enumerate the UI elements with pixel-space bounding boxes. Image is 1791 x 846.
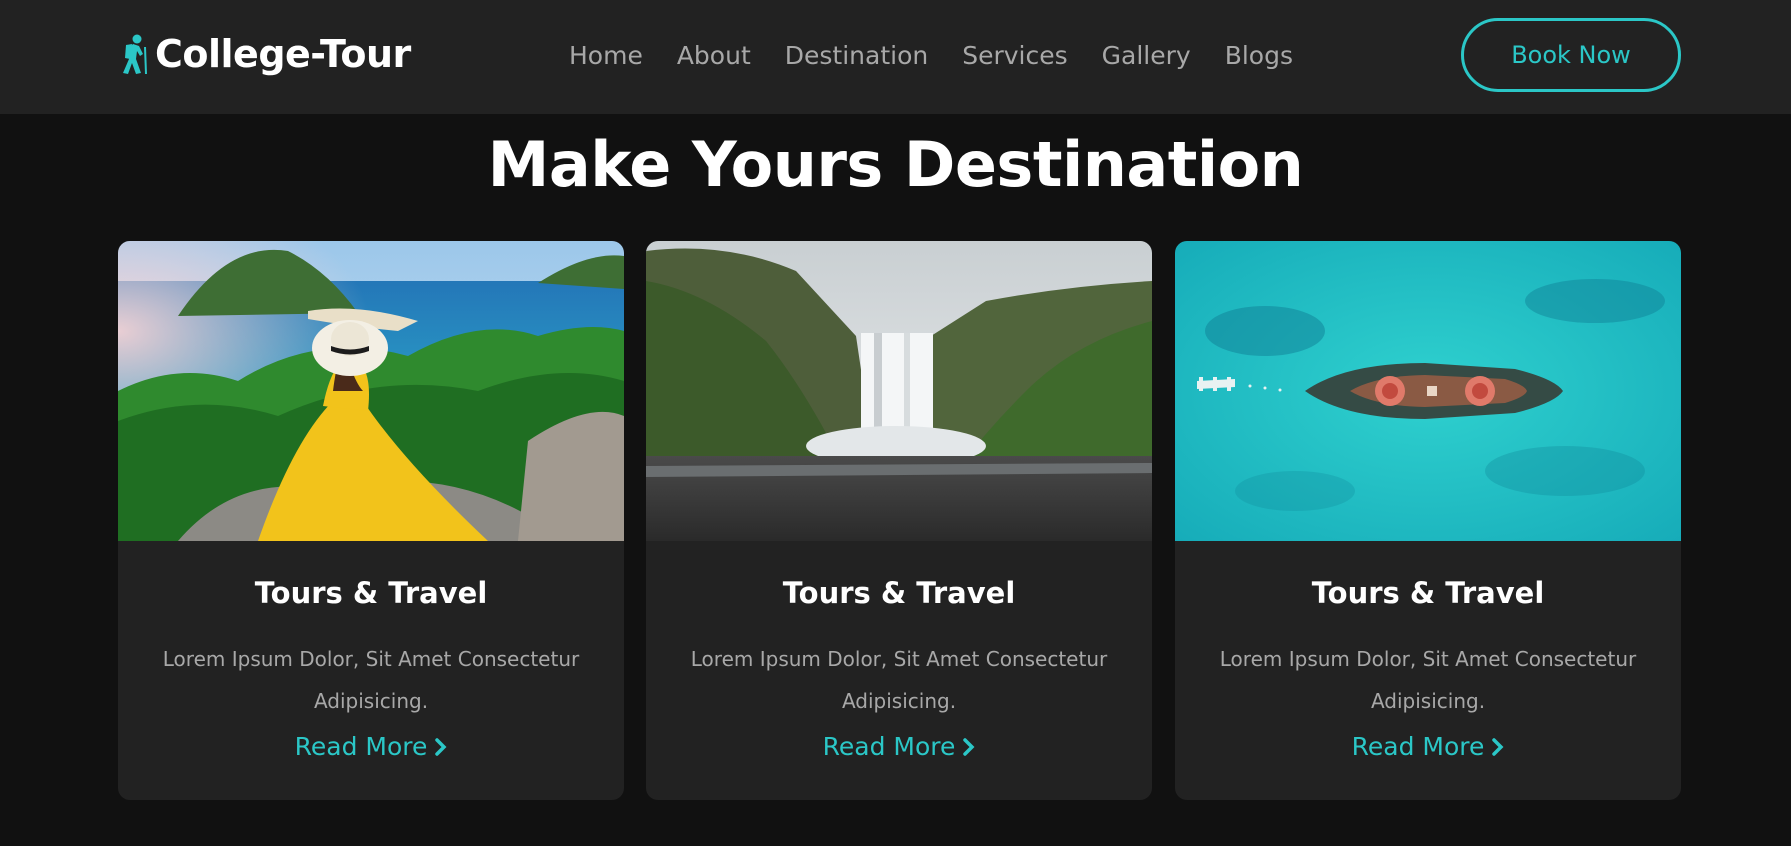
book-now-button[interactable]: Book Now: [1461, 18, 1681, 92]
read-more-label: Read More: [294, 732, 428, 761]
nav-destination[interactable]: Destination: [785, 41, 928, 70]
destination-card: Tours & Travel Lorem Ipsum Dolor, Sit Am…: [118, 241, 624, 800]
chevron-right-icon: [1492, 737, 1504, 756]
chevron-right-icon: [435, 737, 447, 756]
read-more-label: Read More: [1351, 732, 1485, 761]
card-description: Lorem Ipsum Dolor, Sit Amet Consectetur …: [1219, 647, 1637, 713]
read-more-link[interactable]: Read More: [823, 732, 976, 761]
card-title: Tours & Travel: [254, 576, 488, 610]
nav-blogs[interactable]: Blogs: [1225, 41, 1293, 70]
chevron-right-icon: [963, 737, 975, 756]
read-more-link[interactable]: Read More: [1352, 732, 1505, 761]
nav-home[interactable]: Home: [569, 41, 643, 70]
hiker-icon: [123, 34, 147, 74]
section-title: Make Yours Destination: [487, 128, 1304, 201]
card-description: Lorem Ipsum Dolor, Sit Amet Consectetur …: [690, 647, 1108, 713]
card-image-waterfall: [646, 241, 1152, 541]
card-title: Tours & Travel: [1311, 576, 1545, 610]
main-nav: Home About Destination Services Gallery …: [569, 36, 1293, 74]
card-image-shipwreck: [1175, 241, 1681, 541]
card-title: Tours & Travel: [782, 576, 1016, 610]
site-header: College-Tour Home About Destination Serv…: [0, 0, 1791, 114]
nav-about[interactable]: About: [677, 41, 751, 70]
destination-card: Tours & Travel Lorem Ipsum Dolor, Sit Am…: [1175, 241, 1681, 800]
destination-cards: Tours & Travel Lorem Ipsum Dolor, Sit Am…: [118, 241, 1681, 800]
nav-gallery[interactable]: Gallery: [1102, 41, 1191, 70]
logo-link[interactable]: College-Tour: [117, 30, 411, 78]
card-image-island-woman: [118, 241, 624, 541]
destination-card: Tours & Travel Lorem Ipsum Dolor, Sit Am…: [646, 241, 1152, 800]
card-description: Lorem Ipsum Dolor, Sit Amet Consectetur …: [162, 647, 580, 713]
logo-text: College-Tour: [155, 32, 411, 76]
read-more-label: Read More: [822, 732, 956, 761]
nav-services[interactable]: Services: [962, 41, 1067, 70]
read-more-link[interactable]: Read More: [295, 732, 448, 761]
